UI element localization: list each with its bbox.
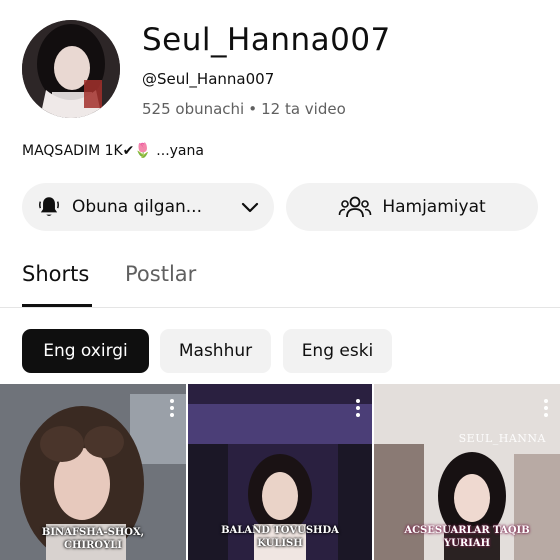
short-caption-line: BALAND TOVUSHDA xyxy=(221,525,339,536)
community-button[interactable]: Hamjamiyat xyxy=(286,183,538,231)
subscribed-label: Obuna qilgan... xyxy=(72,197,202,217)
more-vert-icon[interactable] xyxy=(168,398,176,418)
short-caption-line: BINAFSHA-SHOX, xyxy=(41,527,145,538)
short-thumbnail[interactable]: BINAFSHA-SHOX, CHIROYLI xyxy=(0,384,186,560)
short-caption-line: CHIROYLI xyxy=(64,540,122,551)
more-vert-icon[interactable] xyxy=(542,398,550,418)
subscriber-count: 525 obunachi xyxy=(142,100,245,118)
subscribed-button[interactable]: Obuna qilgan... xyxy=(22,183,274,231)
short-caption-line: ACSESUARLAR TAQIB xyxy=(404,525,530,536)
community-label: Hamjamiyat xyxy=(382,197,486,217)
short-thumbnail[interactable]: SEUL_HANNA ACSESUARLAR TAQIB YURIAH xyxy=(374,384,560,560)
channel-name: Seul_Hanna007 xyxy=(142,22,391,58)
short-caption: BINAFSHA-SHOX, CHIROYLI xyxy=(0,526,186,552)
avatar-photo xyxy=(22,20,120,118)
tab-shorts[interactable]: Shorts xyxy=(22,262,89,286)
short-caption-line: YURIAH xyxy=(443,538,491,549)
filter-chip-oldest[interactable]: Eng eski xyxy=(283,329,392,373)
short-caption: ACSESUARLAR TAQIB YURIAH xyxy=(374,524,560,550)
channel-avatar[interactable] xyxy=(22,20,120,118)
active-tab-indicator xyxy=(22,304,92,307)
more-vert-icon[interactable] xyxy=(354,398,362,418)
tab-posts[interactable]: Postlar xyxy=(125,262,196,286)
shorts-grid: BINAFSHA-SHOX, CHIROYLI BALAND TOVUSHDA … xyxy=(0,384,560,560)
community-icon xyxy=(339,196,372,218)
video-count: 12 ta video xyxy=(261,100,346,118)
channel-handle: @Seul_Hanna007 xyxy=(142,70,275,88)
short-caption-line: KULISH xyxy=(257,538,303,549)
chevron-down-icon xyxy=(241,202,259,213)
short-caption: BALAND TOVUSHDA KULISH xyxy=(188,524,372,550)
stats-separator: • xyxy=(248,100,258,118)
bell-icon xyxy=(39,197,59,216)
channel-bio[interactable]: MAQSADIM 1K✔🌷 ...yana xyxy=(22,143,204,159)
channel-tabs: Shorts Postlar xyxy=(0,252,560,308)
channel-stats: 525 obunachi • 12 ta video xyxy=(142,100,346,118)
short-thumbnail[interactable]: BALAND TOVUSHDA KULISH xyxy=(188,384,372,560)
filter-chip-latest[interactable]: Eng oxirgi xyxy=(22,329,149,373)
short-watermark: SEUL_HANNA xyxy=(458,432,546,445)
filter-chip-popular[interactable]: Mashhur xyxy=(160,329,271,373)
